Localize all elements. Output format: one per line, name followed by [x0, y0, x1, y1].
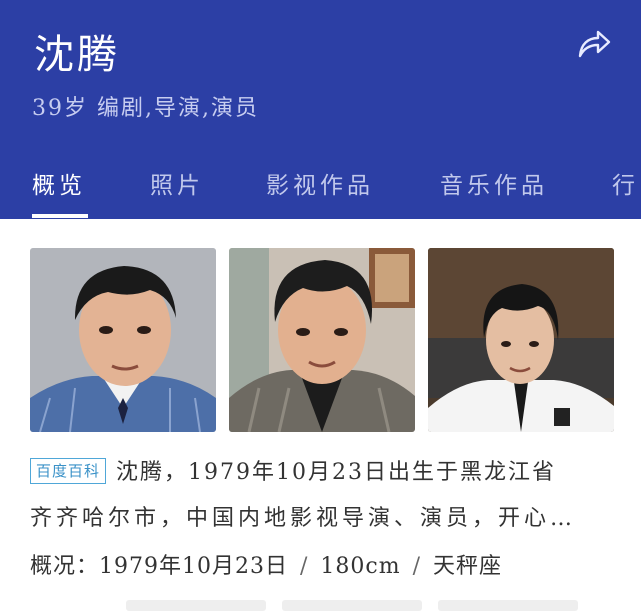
- baike-badge[interactable]: 百度百科: [30, 458, 107, 484]
- tab-film-works[interactable]: 影视作品: [266, 166, 374, 200]
- photo-thumbnail-1[interactable]: [30, 248, 216, 432]
- portrait-image: [229, 248, 415, 432]
- share-button[interactable]: [574, 26, 614, 62]
- intro-text: 沈腾，1979年10月23日出生于黑龙江省: [116, 460, 556, 485]
- tab-more[interactable]: 行: [612, 166, 639, 200]
- partially-visible-row: [30, 598, 630, 611]
- tab-overview[interactable]: 概览: [32, 166, 86, 200]
- photo-thumbnail-2[interactable]: [229, 248, 415, 432]
- chip-placeholder[interactable]: [126, 600, 266, 611]
- photo-thumbnail-3[interactable]: [428, 248, 614, 432]
- separator: /: [412, 554, 422, 579]
- overview-label: 概况：: [30, 554, 100, 579]
- separator: /: [300, 554, 309, 579]
- portrait-image: [30, 248, 216, 432]
- photo-strip: [30, 248, 614, 432]
- tab-music-works[interactable]: 音乐作品: [440, 166, 548, 200]
- chip-placeholder[interactable]: [438, 600, 578, 611]
- share-icon: [578, 30, 611, 58]
- zodiac-value: 天秤座: [433, 554, 503, 579]
- intro-text-line-2[interactable]: 齐齐哈尔市，中国内地影视导演、演员，开心…: [30, 500, 576, 532]
- height-value: 180cm: [320, 554, 401, 579]
- birthday-value: 1979年10月23日: [99, 554, 288, 579]
- person-name: 沈腾: [34, 32, 120, 78]
- person-subtitle: 39岁 编剧,导演,演员: [32, 96, 259, 121]
- tab-bar: 概览 照片 影视作品 音乐作品 行: [0, 160, 641, 219]
- active-tab-indicator: [32, 214, 88, 218]
- overview-row: 概况：1979年10月23日 / 180cm / 天秤座: [30, 548, 502, 580]
- portrait-image: [428, 248, 614, 432]
- profile-header: 沈腾 39岁 编剧,导演,演员 概览 照片 影视作品 音乐作品 行: [0, 0, 641, 219]
- tab-photos[interactable]: 照片: [150, 166, 204, 200]
- intro-text-line-1: 百度百科 沈腾，1979年10月23日出生于黑龙江省: [30, 454, 556, 486]
- chip-placeholder[interactable]: [282, 600, 422, 611]
